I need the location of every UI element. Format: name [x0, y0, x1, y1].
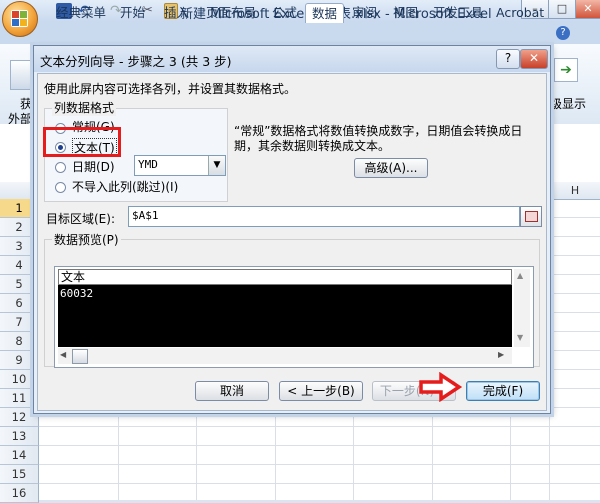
target-area-value: $A$1 [132, 209, 159, 222]
advanced-button[interactable]: 高级(A)... [354, 158, 428, 178]
preview-column-data[interactable]: 60032 [58, 285, 512, 347]
maximize-button[interactable]: □ [548, 0, 576, 19]
range-select-icon[interactable] [520, 206, 542, 227]
dialog-title: 文本分列向导 - 步骤之 3 (共 3 步) [40, 54, 232, 69]
ribbon-tabs [0, 22, 600, 44]
scroll-left-icon[interactable]: ◀ [60, 350, 66, 359]
tab-insert[interactable]: 插入 [158, 3, 195, 22]
grid-line [39, 445, 600, 446]
format-description: “常规”数据格式将数值转换成数字，日期值会转换成日期，其余数据则转换成文本。 [234, 124, 523, 153]
highlight-box [43, 127, 121, 157]
column-format-label: 列数据格式 [52, 99, 117, 116]
office-logo-icon [11, 10, 28, 27]
text-to-columns-dialog: 文本分列向导 - 步骤之 3 (共 3 步) ? ✕ 使用此屏内容可选择各列，并… [33, 45, 551, 414]
dialog-body: 使用此屏内容可选择各列，并设置其数据格式。 列数据格式 常规(G) 文本(T) … [37, 73, 547, 411]
instruction-text: 使用此屏内容可选择各列，并设置其数据格式。 [44, 82, 297, 96]
row-header-16[interactable]: 16 [0, 484, 39, 503]
date-format-value: YMD [138, 158, 158, 171]
row-header-15[interactable]: 15 [0, 465, 39, 484]
get-external-data-icon[interactable] [10, 60, 32, 90]
column-header-h[interactable]: H [550, 182, 600, 200]
tab-formulas[interactable]: 公式 [266, 3, 303, 22]
radio-skip-label[interactable]: 不导入此列(跳过)(I) [72, 178, 178, 195]
grid-line [39, 464, 600, 465]
preview-vertical-scrollbar[interactable]: ▲ ▼ [514, 269, 530, 347]
scroll-down-icon[interactable]: ▼ [517, 333, 523, 342]
scroll-up-icon[interactable]: ▲ [517, 271, 523, 280]
grid-line [39, 426, 600, 427]
outline-label: 级显示 [550, 97, 587, 111]
preview-column-header[interactable]: 文本 [58, 269, 512, 285]
grid-line [39, 483, 600, 484]
tab-view[interactable]: 视图 [387, 3, 424, 22]
date-format-select[interactable]: YMD ▼ [134, 155, 226, 176]
target-area-label: 目标区域(E): [46, 212, 115, 226]
data-preview-label: 数据预览(P) [52, 231, 121, 248]
target-area-input[interactable]: $A$1 [128, 206, 520, 227]
finish-button[interactable]: 完成(F) [466, 381, 540, 401]
tab-home[interactable]: 开始 [114, 3, 151, 22]
scroll-thumb[interactable] [72, 349, 88, 364]
arrow-right-icon[interactable]: ➔ [554, 58, 578, 82]
radio-date[interactable] [55, 162, 66, 173]
dialog-close-button[interactable]: ✕ [520, 49, 548, 69]
tab-acrobat[interactable]: Acrobat [490, 3, 550, 22]
red-arrow-icon [419, 372, 463, 402]
tab-page-layout[interactable]: 页面布局 [200, 3, 262, 22]
dialog-help-button[interactable]: ? [496, 49, 520, 69]
close-button[interactable]: ✕ [575, 0, 600, 19]
tab-developer[interactable]: 开发工具 [427, 3, 489, 22]
row-header-14[interactable]: 14 [0, 446, 39, 465]
radio-skip[interactable] [55, 182, 66, 193]
chevron-down-icon[interactable]: ▼ [208, 156, 225, 175]
radio-date-label[interactable]: 日期(D) [72, 158, 115, 175]
row-header-13[interactable]: 13 [0, 427, 39, 446]
cancel-button[interactable]: 取消 [195, 381, 269, 401]
tab-classic-menu[interactable]: 经典菜单 [50, 3, 112, 22]
office-button[interactable] [2, 1, 38, 37]
dialog-title-bar[interactable]: 文本分列向导 - 步骤之 3 (共 3 步) ? ✕ [34, 46, 550, 72]
preview-horizontal-scrollbar[interactable]: ◀ ▶ [58, 348, 512, 364]
help-icon[interactable]: ? [556, 26, 570, 40]
scroll-right-icon[interactable]: ▶ [498, 350, 504, 359]
back-button[interactable]: < 上一步(B) [279, 381, 363, 401]
tab-data[interactable]: 数据 [305, 3, 345, 23]
tab-review[interactable]: 审阅 [346, 3, 383, 22]
